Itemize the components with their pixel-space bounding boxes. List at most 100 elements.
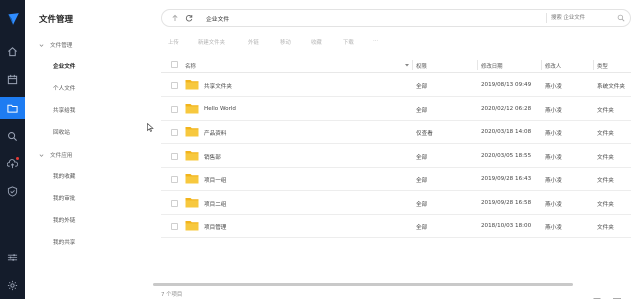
- nav-item-my-favorites[interactable]: 我的收藏: [25, 169, 147, 183]
- row-checkbox[interactable]: [171, 176, 178, 183]
- search-input[interactable]: [551, 13, 613, 23]
- cell-name[interactable]: Hello World: [204, 106, 236, 112]
- cell-type: 文件夹: [597, 154, 614, 161]
- cell-name[interactable]: 共享文件夹: [204, 82, 232, 90]
- cell-modified: 2020/03/18 14:08: [481, 129, 532, 135]
- table-row[interactable]: 项目管理 全部 2018/10/03 18:00 燕小凌 文件夹: [161, 215, 631, 238]
- grid-view-icon[interactable]: [613, 290, 621, 299]
- nav-item-my-approvals[interactable]: 我的审批: [25, 191, 147, 205]
- table-row[interactable]: 项目二组 全部 2019/09/28 16:58 燕小凌 文件夹: [161, 192, 631, 215]
- horizontal-scrollbar[interactable]: [153, 283, 573, 286]
- table-row[interactable]: 销售部 全部 2020/03/05 18:55 燕小凌 文件夹: [161, 145, 631, 168]
- cell-modified: 2020/03/05 18:55: [481, 152, 532, 159]
- nav-item-label: 企业文件: [53, 64, 76, 70]
- row-checkbox[interactable]: [171, 105, 178, 113]
- search-icon[interactable]: [0, 125, 25, 147]
- nav-item-label: 我的外链: [53, 218, 76, 224]
- notification-dot: [16, 157, 19, 160]
- download-button[interactable]: 下载: [343, 38, 354, 46]
- cell-modified: 2019/09/28 16:58: [481, 199, 532, 206]
- app-window: 文件管理 文件管理 企业文件 个人文件 共享给我 回收站 文件应用 我的收藏 我…: [0, 0, 638, 299]
- favorite-button[interactable]: 收藏: [311, 38, 322, 46]
- search-icon[interactable]: [617, 14, 625, 22]
- table-row[interactable]: 项目一组 全部 2019/09/28 16:43 燕小凌 文件夹: [161, 168, 631, 191]
- refresh-icon[interactable]: [184, 13, 194, 23]
- cell-permission: 全部: [416, 107, 428, 114]
- nav-item-my-shares[interactable]: 我的共享: [25, 235, 147, 249]
- nav-item-label: 我的共享: [53, 240, 76, 246]
- nav-item-personal-files[interactable]: 个人文件: [25, 81, 147, 95]
- more-button[interactable]: ···: [373, 38, 378, 44]
- upload-cloud-icon[interactable]: [0, 152, 25, 174]
- row-checkbox[interactable]: [171, 199, 178, 207]
- nav-item-my-links[interactable]: 我的外链: [25, 213, 147, 227]
- row-checkbox[interactable]: [171, 129, 178, 136]
- logo-icon[interactable]: [0, 6, 25, 32]
- cell-name[interactable]: 项目一组: [204, 176, 226, 184]
- cell-permission: 仅查看: [416, 131, 433, 137]
- nav-group-file-management[interactable]: 文件管理: [25, 38, 147, 52]
- nav-item-label: 回收站: [53, 130, 70, 136]
- chevron-down-icon: [39, 153, 44, 158]
- nav-item-enterprise-files[interactable]: 企业文件: [25, 59, 147, 73]
- arrow-up-icon[interactable]: [170, 13, 180, 23]
- shield-icon[interactable]: [0, 180, 25, 202]
- cell-modifier: 燕小凌: [545, 154, 562, 161]
- column-header-name[interactable]: 名称: [185, 62, 196, 70]
- item-count: 7 个项目: [161, 292, 183, 298]
- cell-modifier: 燕小凌: [545, 225, 562, 231]
- sort-caret-icon[interactable]: [405, 63, 409, 67]
- external-link-button[interactable]: 外链: [248, 38, 259, 46]
- row-checkbox[interactable]: [171, 223, 178, 230]
- column-header-type[interactable]: 类型: [597, 62, 608, 70]
- cell-modifier: 燕小凌: [545, 201, 562, 208]
- select-all-checkbox[interactable]: [171, 61, 178, 68]
- new-folder-button[interactable]: 新建文件夹: [198, 38, 225, 46]
- calendar-icon[interactable]: [0, 68, 25, 90]
- nav-item-shared-with-me[interactable]: 共享给我: [25, 103, 147, 117]
- table-row[interactable]: Hello World 全部 2020/02/12 06:28 燕小凌 文件夹: [161, 98, 631, 121]
- column-divider[interactable]: [541, 60, 542, 70]
- list-view-icon[interactable]: [593, 290, 601, 299]
- cell-permission: 全部: [416, 84, 428, 90]
- cell-modifier: 燕小凌: [545, 131, 562, 137]
- breadcrumb[interactable]: 企业文件: [206, 14, 229, 23]
- settings-icon[interactable]: [0, 274, 25, 296]
- nav-item-label: 共享给我: [53, 108, 76, 114]
- cell-modifier: 燕小凌: [545, 84, 562, 90]
- upload-button[interactable]: 上传: [168, 38, 179, 46]
- column-divider[interactable]: [477, 60, 478, 70]
- home-icon[interactable]: [0, 40, 25, 62]
- folder-icon: [185, 103, 199, 113]
- path-bar: 企业文件: [161, 9, 631, 27]
- chevron-down-icon: [39, 43, 44, 48]
- move-button[interactable]: 移动: [280, 38, 291, 46]
- nav-item-recycle-bin[interactable]: 回收站: [25, 125, 147, 139]
- row-checkbox[interactable]: [171, 82, 178, 89]
- column-header-permission[interactable]: 权限: [416, 62, 427, 70]
- nav-group-file-apps[interactable]: 文件应用: [25, 148, 147, 162]
- main-area: 企业文件 上传 新建文件夹 外链 移动 收藏 下载 ··· 名称 权限 修改日期: [147, 0, 638, 299]
- nav-title: 文件管理: [39, 15, 74, 25]
- left-rail: [0, 0, 25, 299]
- cell-modified: 2019/09/28 16:43: [481, 176, 532, 182]
- sliders-icon[interactable]: [0, 246, 25, 268]
- row-checkbox[interactable]: [171, 152, 178, 160]
- nav-item-label: 我的收藏: [53, 174, 76, 180]
- column-divider[interactable]: [412, 60, 413, 70]
- cell-type: 文件夹: [597, 131, 614, 137]
- column-header-modified[interactable]: 修改日期: [481, 62, 503, 70]
- table-row[interactable]: 产品资料 仅查看 2020/03/18 14:08 燕小凌 文件夹: [161, 121, 631, 144]
- column-header-modifier[interactable]: 修改人: [545, 62, 561, 70]
- table-row[interactable]: 共享文件夹 全部 2019/08/13 09:49 燕小凌 系统文件夹: [161, 74, 631, 97]
- folder-icon: [185, 80, 199, 90]
- cell-type: 文件夹: [597, 178, 614, 184]
- cell-name[interactable]: 项目管理: [204, 223, 226, 231]
- folder-icon[interactable]: [0, 97, 25, 119]
- cell-name[interactable]: 项目二组: [204, 200, 226, 208]
- cell-type: 文件夹: [597, 201, 614, 208]
- column-divider[interactable]: [593, 60, 594, 70]
- cell-name[interactable]: 产品资料: [204, 129, 226, 137]
- folder-icon: [185, 197, 199, 207]
- cell-name[interactable]: 销售部: [204, 153, 221, 161]
